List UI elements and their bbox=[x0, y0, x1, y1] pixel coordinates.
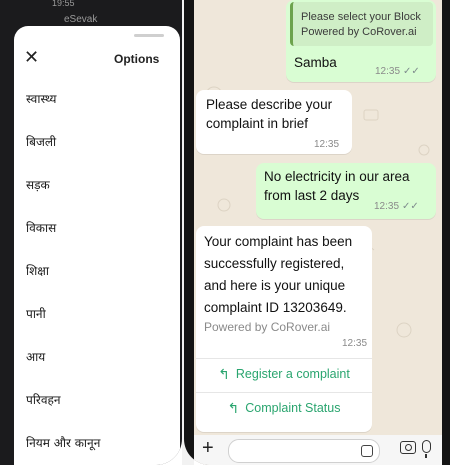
message-input-bar: + bbox=[194, 435, 442, 465]
sheet-grabber[interactable] bbox=[134, 34, 164, 37]
complaint-status-button[interactable]: ↰ Complaint Status bbox=[196, 392, 372, 423]
status-time: 19:55 bbox=[52, 0, 75, 8]
close-icon[interactable]: ✕ bbox=[24, 48, 39, 66]
left-phone: 19:55 eSevak ✕ Options स्वास्थ्य बिजली स… bbox=[0, 0, 182, 465]
option-item[interactable]: बिजली bbox=[26, 133, 56, 150]
action-label: Complaint Status bbox=[245, 401, 341, 415]
option-item[interactable]: स्वास्थ्य bbox=[26, 90, 56, 107]
microphone-icon[interactable] bbox=[422, 440, 431, 458]
message-text: Please describe your complaint in brief bbox=[206, 97, 333, 131]
message-bubble-incoming[interactable]: Please describe your complaint in brief … bbox=[196, 90, 352, 154]
message-time: 12:35 bbox=[375, 66, 401, 77]
register-complaint-button[interactable]: ↰ Register a complaint bbox=[196, 358, 372, 389]
message-bubble-incoming[interactable]: Your complaint has been successfully reg… bbox=[196, 226, 372, 432]
message-text: Samba bbox=[294, 55, 337, 70]
reply-arrow-icon: ↰ bbox=[218, 365, 230, 382]
option-item[interactable]: परिवहन bbox=[26, 391, 61, 408]
double-check-icon: ✓✓ bbox=[403, 66, 420, 77]
option-item[interactable]: शिक्षा bbox=[26, 262, 49, 279]
quoted-message[interactable]: Please select your Block Powered by CoRo… bbox=[290, 2, 433, 46]
message-text: No electricity in our area from last 2 d… bbox=[264, 169, 410, 203]
message-meta: 12:35 ✓✓ bbox=[374, 201, 419, 212]
powered-by-footer: Powered by CoRover.ai bbox=[204, 320, 331, 334]
double-check-icon: ✓✓ bbox=[402, 201, 419, 212]
message-time: 12:35 bbox=[374, 201, 400, 212]
action-label: Register a complaint bbox=[235, 367, 350, 381]
chat-area[interactable]: Please select your Block Powered by CoRo… bbox=[194, 0, 442, 465]
quoted-text: Please select your Block Powered by CoRo… bbox=[301, 11, 421, 38]
sheet-title: Options bbox=[114, 52, 160, 66]
option-item[interactable]: नियम और कानून bbox=[26, 434, 100, 451]
message-text: Your complaint has been successfully reg… bbox=[204, 234, 353, 315]
message-bubble-outgoing[interactable]: No electricity in our area from last 2 d… bbox=[256, 163, 436, 219]
options-sheet: ✕ Options स्वास्थ्य बिजली सड़क विकास शिक… bbox=[14, 26, 180, 465]
message-bubble-outgoing[interactable]: Please select your Block Powered by CoRo… bbox=[286, 0, 436, 82]
option-item[interactable]: विकास bbox=[26, 219, 56, 236]
right-phone: Please select your Block Powered by CoRo… bbox=[184, 0, 450, 465]
option-item[interactable]: पानी bbox=[26, 305, 46, 322]
sticker-icon[interactable] bbox=[361, 445, 373, 457]
plus-icon[interactable]: + bbox=[202, 437, 214, 460]
camera-icon[interactable] bbox=[400, 441, 416, 454]
reply-arrow-icon: ↰ bbox=[227, 399, 240, 416]
message-time: 12:35 bbox=[314, 139, 340, 150]
message-meta: 12:35 ✓✓ bbox=[375, 66, 420, 77]
option-item[interactable]: आय bbox=[26, 348, 45, 365]
option-item[interactable]: सड़क bbox=[26, 176, 50, 193]
message-time: 12:35 bbox=[342, 338, 368, 349]
message-input[interactable] bbox=[228, 439, 380, 463]
app-name: eSevak bbox=[64, 14, 98, 25]
